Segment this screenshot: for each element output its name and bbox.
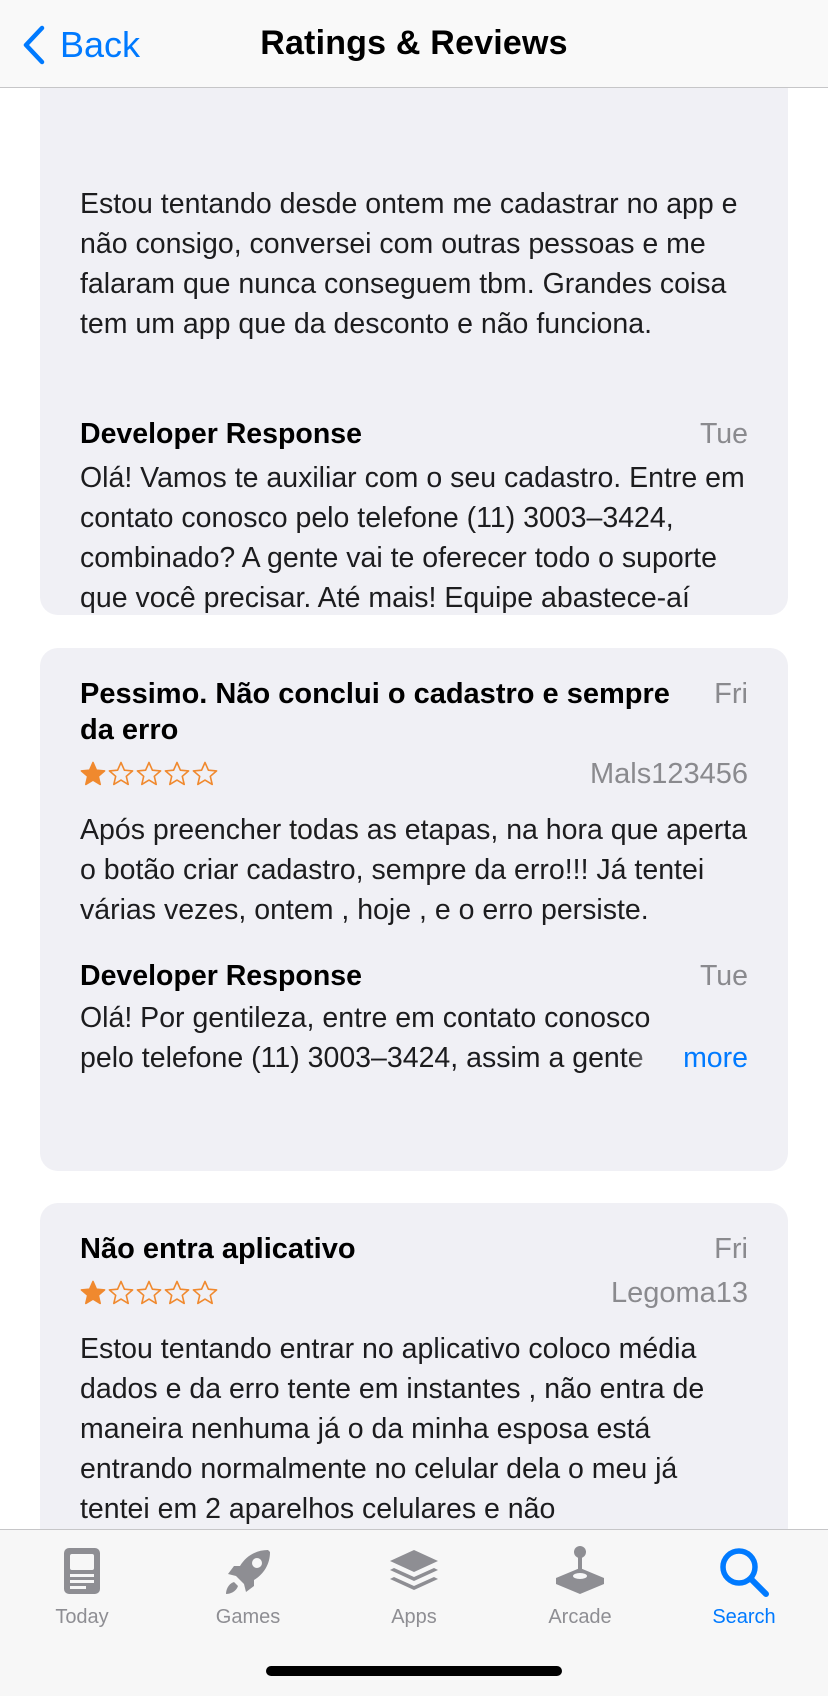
more-link[interactable]: more (683, 1038, 748, 1078)
tab-apps[interactable]: Apps (344, 1544, 484, 1644)
more-fade: more (627, 1038, 748, 1078)
tab-today[interactable]: Today (12, 1544, 152, 1644)
review-title: Pessimo. Não conclui o cadastro e sempre… (80, 678, 670, 746)
reviews-list[interactable]: Estou tentando desde ontem me cadastrar … (0, 88, 828, 1529)
tab-arcade[interactable]: Arcade (510, 1544, 650, 1644)
review-header: Pessimo. Não conclui o cadastro e sempre… (80, 676, 748, 748)
tab-label: Apps (391, 1606, 437, 1628)
review-body: Estou tentando entrar no aplicativo colo… (80, 1333, 705, 1525)
review-body: Estou tentando desde ontem me cadastrar … (80, 188, 738, 340)
developer-response-title: Developer Response (80, 960, 362, 992)
star-empty-icon (136, 1280, 162, 1305)
joystick-icon (556, 1546, 604, 1594)
tab-search[interactable]: Search (674, 1544, 814, 1644)
developer-response-header: Developer Response Tue (80, 414, 748, 454)
tab-label: Games (215, 1606, 281, 1628)
star-filled-icon (80, 761, 106, 786)
navigation-bar: Back Ratings & Reviews (0, 0, 828, 88)
tab-label: Arcade (548, 1606, 612, 1628)
home-indicator[interactable] (266, 1666, 562, 1676)
developer-response-truncated-text: pelo telefone (11) 3003–3424, assim a ge… (80, 1042, 644, 1074)
search-icon (720, 1548, 769, 1597)
star-filled-icon (80, 1280, 106, 1305)
rocket-icon (226, 1550, 270, 1594)
review-card: Não entra aplicativo Fri Legoma13 Estou … (40, 1203, 788, 1529)
review-author: Mals123456 (590, 757, 748, 790)
star-rating (80, 1280, 218, 1306)
developer-response-header: Developer Response Tue (80, 956, 748, 996)
review-author: Legoma13 (610, 1276, 748, 1309)
developer-response-line: Olá! Por gentileza, entre em contato con… (80, 1002, 651, 1034)
review-meta: Mals123456 (80, 754, 748, 794)
review-date: Fri (714, 1233, 748, 1265)
tab-label: Search (712, 1606, 776, 1628)
tab-games[interactable]: Games (178, 1544, 318, 1644)
star-empty-icon (192, 1280, 218, 1305)
star-rating (80, 761, 218, 787)
star-empty-icon (164, 1280, 190, 1305)
review-body: Após preencher todas as etapas, na hora … (80, 814, 748, 926)
review-date: Fri (714, 678, 748, 710)
review-header: Não entra aplicativo Fri (80, 1231, 748, 1267)
apps-stack-icon (390, 1550, 438, 1590)
today-icon (64, 1548, 100, 1594)
review-meta: Legoma13 (80, 1273, 748, 1313)
star-empty-icon (108, 1280, 134, 1305)
review-title: Não entra aplicativo (80, 1233, 356, 1265)
star-empty-icon (108, 761, 134, 786)
review-card: Estou tentando desde ontem me cadastrar … (40, 88, 788, 615)
review-card: Pessimo. Não conclui o cadastro e sempre… (40, 648, 788, 1171)
star-empty-icon (192, 761, 218, 786)
developer-response-text: Olá! Vamos te auxiliar com o seu cadastr… (80, 462, 745, 614)
developer-response-date: Tue (699, 960, 748, 992)
star-empty-icon (136, 761, 162, 786)
tab-label: Today (55, 1606, 109, 1628)
page-title: Ratings & Reviews (260, 24, 568, 62)
developer-response-line: pelo telefone (11) 3003–3424, assim a ge… (80, 1038, 748, 1078)
star-empty-icon (164, 761, 190, 786)
developer-response-title: Developer Response (80, 418, 362, 450)
developer-response-date: Tue (699, 418, 748, 450)
